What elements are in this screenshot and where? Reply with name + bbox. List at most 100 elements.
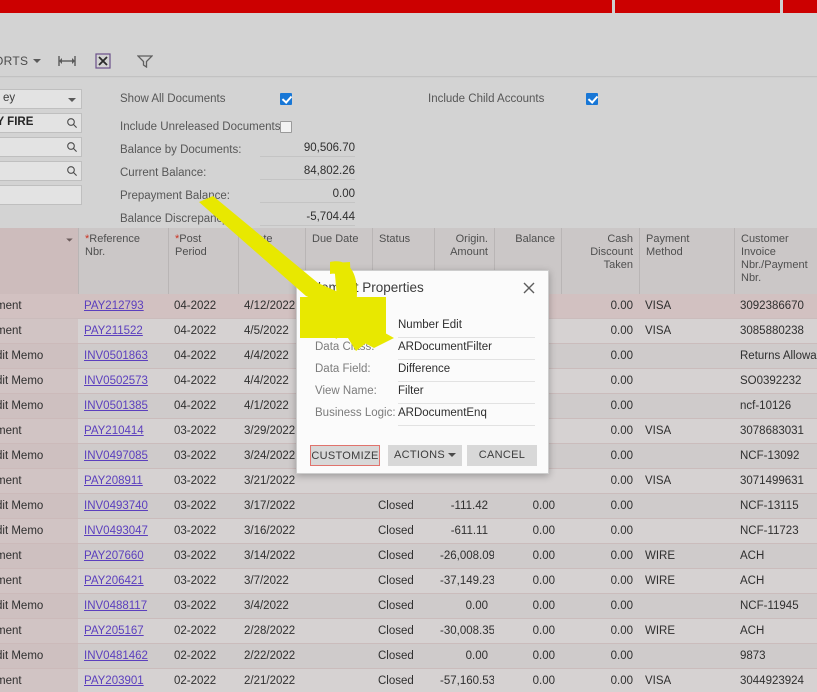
cell-refnbr[interactable]: PAY205167 [78,619,168,643]
search-icon[interactable] [66,141,78,156]
reference-nbr-link[interactable]: INV0501863 [84,350,148,362]
grid-header-custinv[interactable]: Customer Invoice Nbr./Payment Nbr. [734,228,817,294]
cell-refnbr[interactable]: INV0497085 [78,444,168,468]
text-field-4[interactable] [0,185,82,205]
table-row[interactable]: dit Memo INV0488117 03-2022 3/4/2022 Closed 0… [0,594,817,619]
cell-text: 3/4/2022 [244,600,289,612]
cell-origin: -30,008.35 [434,619,494,643]
cell-text: 3071499631 [740,475,804,487]
cell-postper: 04-2022 [168,369,238,393]
cell-refnbr[interactable]: PAY211522 [78,319,168,343]
grid-header-cashdisc[interactable]: Cash Discount Taken [561,228,639,294]
cell-text: NCF-13092 [740,450,800,462]
cell-custinv: Returns Allowa... [734,344,817,368]
cell-text: NCF-13115 [740,500,799,512]
cell-refnbr[interactable]: INV0502573 [78,369,168,393]
cell-text: Closed [378,600,414,612]
browser-top-bar [0,0,817,13]
reference-nbr-link[interactable]: PAY206421 [84,575,144,587]
lookup-field-3[interactable] [0,161,82,181]
grid-header-label: Balance [515,233,555,245]
reference-nbr-link[interactable]: PAY208911 [84,475,143,487]
cell-paymeth: WIRE [639,544,734,568]
reference-nbr-link[interactable]: INV0493740 [84,500,148,512]
cell-origin: 0.00 [434,594,494,618]
company-select[interactable]: ey [0,89,82,109]
cell-text: 02-2022 [174,675,217,687]
actions-button[interactable]: ACTIONS [388,445,462,466]
grid-header-paymeth[interactable]: Payment Method [639,228,734,294]
reference-nbr-link[interactable]: INV0481462 [84,650,148,662]
grid-header-date[interactable]: *Date [238,228,305,294]
include-unreleased-label: Include Unreleased Documents [120,121,281,133]
close-icon[interactable] [520,279,538,297]
cell-refnbr[interactable]: INV0501863 [78,344,168,368]
export-excel-icon[interactable] [87,48,119,74]
cell-refnbr[interactable]: PAY212793 [78,294,168,318]
cell-text: 0.00 [532,600,555,612]
cell-refnbr[interactable]: PAY206421 [78,569,168,593]
show-all-documents-checkbox[interactable] [280,93,292,105]
reference-nbr-link[interactable]: PAY210414 [84,425,144,437]
fit-columns-icon[interactable] [51,48,83,74]
table-row[interactable]: dit Memo INV0493740 03-2022 3/17/2022 Closed… [0,494,817,519]
cell-refnbr[interactable]: INV0481462 [78,644,168,668]
cell-refnbr[interactable]: INV0493047 [78,519,168,543]
cell-paymeth: VISA [639,419,734,443]
table-row[interactable]: ment PAY206421 03-2022 3/7/2022 Closed -37,14… [0,569,817,594]
search-icon[interactable] [66,165,78,180]
search-icon[interactable] [66,117,78,132]
reference-nbr-link[interactable]: PAY207660 [84,550,144,562]
reference-nbr-link[interactable]: PAY203901 [84,675,144,687]
cell-type: ment [0,544,74,568]
cell-refnbr[interactable]: PAY210414 [78,419,168,443]
reference-nbr-link[interactable]: INV0497085 [84,450,148,462]
column-filter-icon[interactable]: ⏷ [66,235,73,246]
cell-postper: 04-2022 [168,294,238,318]
customer-lookup[interactable]: UNTRY FIRE [0,113,82,133]
cell-type: ment [0,569,74,593]
table-row[interactable]: dit Memo INV0481462 02-2022 2/22/2022 Closed… [0,644,817,669]
include-child-accounts-checkbox[interactable] [586,93,598,105]
cell-balance: 0.00 [494,544,561,568]
table-row[interactable]: ment PAY205167 02-2022 2/28/2022 Closed -30,0… [0,619,817,644]
cell-text: 0.00 [532,575,555,587]
cell-text: 04-2022 [174,375,217,387]
cell-text: Closed [378,575,414,587]
cell-refnbr[interactable]: INV0493740 [78,494,168,518]
dialog-footer: CUSTOMIZE ACTIONS CANCEL [297,439,550,475]
reference-nbr-link[interactable]: PAY212793 [84,300,144,312]
reports-menu-button[interactable]: ORTS [0,54,45,68]
table-row[interactable]: ment PAY203901 02-2022 2/21/2022 Closed -57,1… [0,669,817,692]
reference-nbr-link[interactable]: INV0502573 [84,375,148,387]
table-row[interactable]: ment PAY207660 03-2022 3/14/2022 Closed -26,0… [0,544,817,569]
grid-header-refnbr[interactable]: *Reference Nbr. [78,228,168,294]
cell-text: 0.00 [610,675,633,687]
table-row[interactable]: dit Memo INV0493047 03-2022 3/16/2022 Closed… [0,519,817,544]
reference-nbr-link[interactable]: INV0488117 [84,600,147,612]
include-unreleased-checkbox[interactable] [280,121,292,133]
dialog-field-row: Control Type: Number Edit [297,319,550,341]
cancel-button[interactable]: CANCEL [467,445,537,466]
cell-postper: 03-2022 [168,469,238,493]
filter-icon[interactable] [129,48,161,74]
reference-nbr-link[interactable]: INV0493047 [84,525,148,537]
cell-refnbr[interactable]: INV0488117 [78,594,168,618]
customize-button[interactable]: CUSTOMIZE [310,445,380,466]
cell-refnbr[interactable]: INV0501385 [78,394,168,418]
cell-refnbr[interactable]: PAY203901 [78,669,168,692]
cell-refnbr[interactable]: PAY208911 [78,469,168,493]
reference-nbr-link[interactable]: PAY211522 [84,325,143,337]
lookup-field-2[interactable] [0,137,82,157]
cell-date: 3/17/2022 [238,494,305,518]
reference-nbr-link[interactable]: PAY205167 [84,625,144,637]
cell-paymeth [639,344,734,368]
grid-header-label: Cash Discount Taken [590,233,633,271]
grid-header-postper[interactable]: *Post Period [168,228,238,294]
cell-paymeth [639,519,734,543]
cell-text: ACH [740,575,765,587]
cell-text: 4/5/2022 [244,325,289,337]
cell-balance: 0.00 [494,569,561,593]
reference-nbr-link[interactable]: INV0501385 [84,400,148,412]
cell-refnbr[interactable]: PAY207660 [78,544,168,568]
